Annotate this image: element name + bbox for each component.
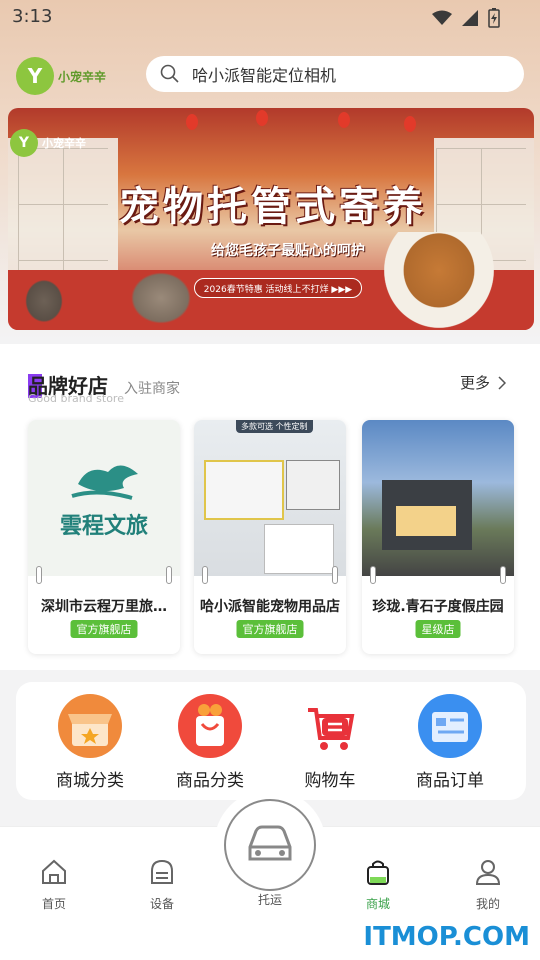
lantern-icon xyxy=(256,110,268,126)
tab-label: 首页 xyxy=(41,897,66,911)
app-logo: Y 小宠辛辛 xyxy=(16,56,128,96)
lantern-icon xyxy=(404,116,416,132)
category-label: 购物车 xyxy=(304,771,356,791)
product-cage-icon xyxy=(286,460,340,510)
store-name: 哈小派智能宠物用品店 xyxy=(200,599,340,615)
pin-icon xyxy=(202,566,208,584)
order-doc-icon xyxy=(418,694,482,758)
store-icon xyxy=(58,694,122,758)
category-cart[interactable]: 购物车 xyxy=(280,694,380,791)
lantern-icon xyxy=(338,112,350,128)
tab-device[interactable]: 设备 xyxy=(132,857,192,912)
store-name: 深圳市云程万里旅… xyxy=(41,599,167,615)
category-orders[interactable]: 商品订单 xyxy=(400,694,500,791)
store-card[interactable]: 珍珑.青石子度假庄园 星级店 xyxy=(362,420,514,654)
category-label: 商品订单 xyxy=(416,771,484,791)
promo-banner[interactable]: Y 小宠辛辛 宠物托管式寄养 给您毛孩子最贴心的呵护 2026春节特惠 活动线上… xyxy=(8,108,534,330)
tab-shop[interactable]: 商城 xyxy=(348,857,408,912)
category-goods[interactable]: 商品分类 xyxy=(160,694,260,791)
tab-home[interactable]: 首页 xyxy=(24,857,84,912)
shop-bag-icon xyxy=(367,860,389,885)
battery-icon xyxy=(488,8,500,28)
store-image: 多款可选 个性定制 xyxy=(194,420,346,576)
search-input[interactable]: 哈小派智能定位相机 xyxy=(192,62,336,86)
brand-section-subtitle-en: Good brand store xyxy=(28,392,124,405)
banner-subtitle: 给您毛孩子最贴心的呵护 xyxy=(211,243,365,259)
car-icon xyxy=(248,825,292,861)
signal-icon xyxy=(462,10,478,26)
resort-window-image xyxy=(396,506,456,536)
store-image-text: 多款可选 个性定制 xyxy=(236,420,313,433)
pin-icon xyxy=(370,566,376,584)
logo-text: 小宠辛辛 xyxy=(58,69,107,84)
wifi-icon xyxy=(432,10,452,25)
lantern-icon xyxy=(186,114,198,130)
store-image xyxy=(362,420,514,576)
banner-title: 宠物托管式寄养 xyxy=(119,184,427,230)
store-image: 雲程文旅 xyxy=(28,420,180,576)
user-icon xyxy=(475,860,501,885)
category-label: 商城分类 xyxy=(56,771,124,791)
dog-image xyxy=(384,232,494,328)
banner-logo-text: 小宠辛辛 xyxy=(42,137,86,150)
store-card[interactable]: 多款可选 个性定制 哈小派智能宠物用品店 官方旗舰店 xyxy=(194,420,346,654)
home-icon xyxy=(42,859,66,884)
search-icon xyxy=(160,64,179,83)
tab-label: 我的 xyxy=(475,897,500,911)
category-mall[interactable]: 商城分类 xyxy=(40,694,140,791)
tab-label: 设备 xyxy=(149,897,174,911)
gift-bag-icon xyxy=(178,694,242,758)
tab-label: 商城 xyxy=(365,897,390,911)
more-link[interactable]: 更多 xyxy=(460,372,506,393)
more-label: 更多 xyxy=(459,374,490,392)
tab-transport[interactable] xyxy=(214,789,326,901)
tab-profile[interactable]: 我的 xyxy=(458,857,518,912)
bottom-tab-bar: 首页 设备 托运 商城 我的 ITMOP.COM xyxy=(0,789,540,960)
status-bar: 3:13 xyxy=(0,0,540,36)
store-badge: 官方旗舰店 xyxy=(236,620,304,638)
banner-pill: 2026春节特惠 活动线上不打烊 ▶▶▶ xyxy=(194,278,362,298)
pin-icon xyxy=(500,566,506,584)
tab-transport-circle xyxy=(224,799,316,891)
brand-store-section: 品牌好店 入驻商家 Good brand store 更多 雲程文旅 深圳市云程… xyxy=(0,344,540,670)
cat-image xyxy=(22,276,66,326)
category-shortcuts: 商城分类 商品分类 购物车 商品订单 xyxy=(16,682,526,800)
banner-logo-mark-icon: Y xyxy=(10,129,38,157)
status-time: 3:13 xyxy=(12,6,53,27)
device-icon xyxy=(151,859,173,884)
chevron-right-icon xyxy=(498,375,506,390)
category-label: 商品分类 xyxy=(176,771,244,791)
banner-logo: Y 小宠辛辛 xyxy=(10,126,100,160)
pin-icon xyxy=(36,566,42,584)
cat-image xyxy=(126,268,196,328)
pin-icon xyxy=(166,566,172,584)
store-name: 珍珑.青石子度假庄园 xyxy=(372,599,504,615)
search-bar[interactable]: 哈小派智能定位相机 xyxy=(146,56,524,92)
pin-icon xyxy=(332,566,338,584)
product-cage-icon xyxy=(204,460,284,520)
product-cage-icon xyxy=(264,524,334,574)
store-badge: 官方旗舰店 xyxy=(70,620,138,638)
logo-mark-icon: Y xyxy=(16,57,54,95)
brand-section-subtitle: 入驻商家 xyxy=(124,381,180,397)
cart-icon xyxy=(298,694,362,758)
tab-transport-label: 托运 xyxy=(257,893,282,907)
store-image-text: 雲程文旅 xyxy=(59,514,148,539)
store-card[interactable]: 雲程文旅 深圳市云程万里旅… 官方旗舰店 xyxy=(28,420,180,654)
status-icons xyxy=(432,8,500,28)
store-badge: 星级店 xyxy=(415,620,461,638)
watermark: ITMOP.COM xyxy=(363,922,530,952)
